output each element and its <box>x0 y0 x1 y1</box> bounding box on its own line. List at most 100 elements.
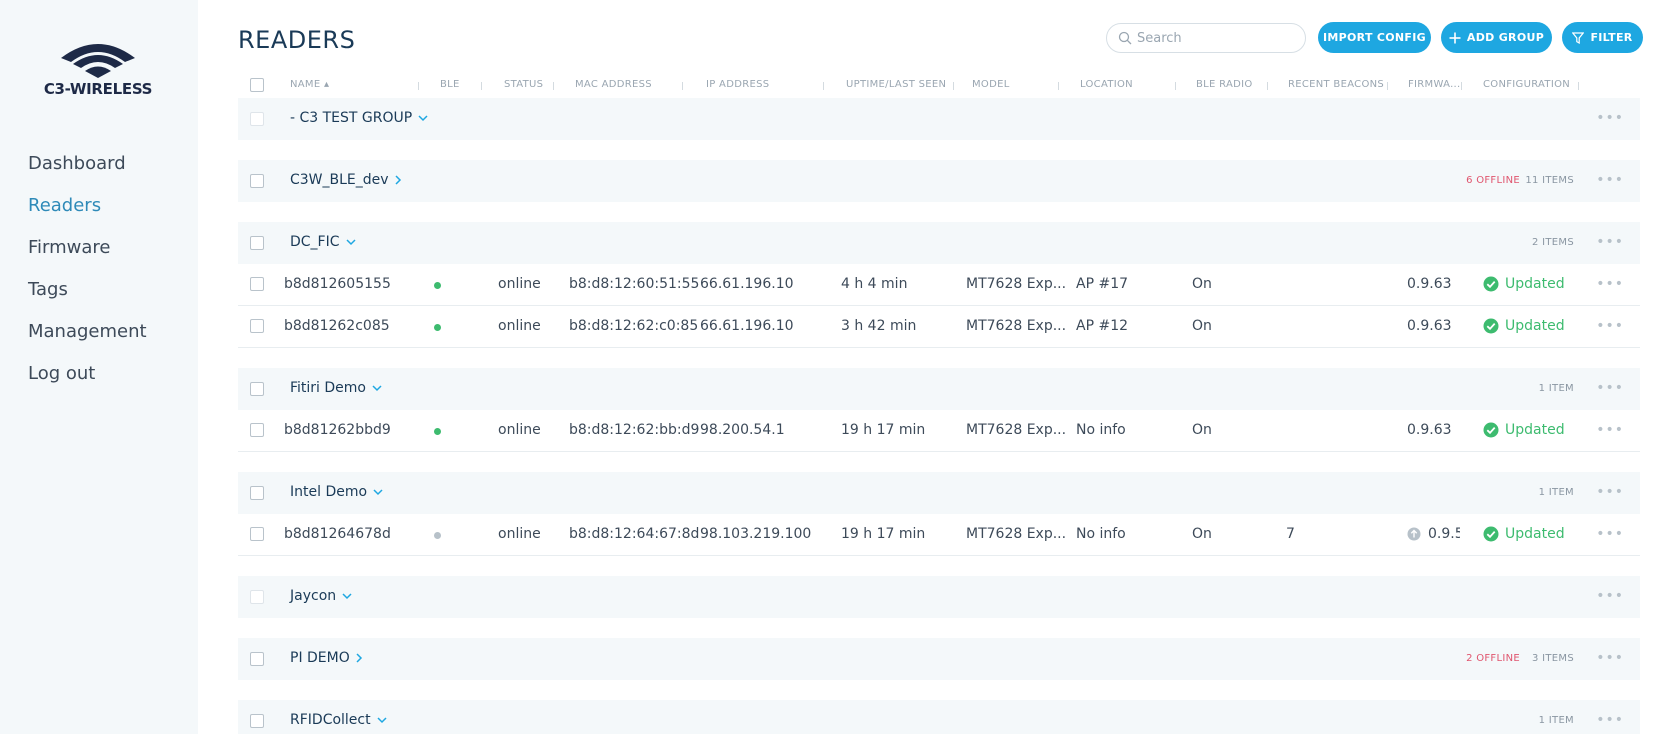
group-toggle[interactable]: RFIDCollect <box>290 712 387 728</box>
group-name: DC_FIC <box>290 234 340 250</box>
table-row[interactable]: b8d81262c085 online b8:d8:12:62:c0:85 66… <box>238 306 1640 348</box>
row-checkbox[interactable] <box>250 319 264 333</box>
device-ble-radio: On <box>1192 318 1212 334</box>
check-circle-icon <box>1483 318 1499 334</box>
group-checkbox[interactable] <box>250 652 264 666</box>
items-count: 1 ITEM <box>1538 487 1574 498</box>
more-options-icon[interactable]: ••• <box>1596 276 1624 292</box>
group-toggle[interactable]: PI DEMO <box>290 650 363 666</box>
group-row[interactable]: PI DEMO 2 OFFLINE 3 ITEMS ••• <box>238 638 1640 680</box>
search-icon <box>1118 31 1132 45</box>
more-options-icon[interactable]: ••• <box>1596 172 1624 188</box>
column-header-ip[interactable]: IP ADDRESS <box>706 79 769 90</box>
group-row[interactable]: DC_FIC 2 ITEMS ••• <box>238 222 1640 264</box>
column-header-status[interactable]: STATUS <box>504 79 543 90</box>
group-toggle[interactable]: Jaycon <box>290 588 352 604</box>
search-box[interactable] <box>1106 23 1306 53</box>
device-uptime: 3 h 42 min <box>841 318 917 334</box>
sidebar-item-readers[interactable]: Readers <box>28 194 147 236</box>
row-checkbox[interactable] <box>250 527 264 541</box>
offline-count: 6 OFFLINE <box>1466 175 1520 186</box>
sidebar-nav: Dashboard Readers Firmware Tags Manageme… <box>28 152 147 404</box>
group-row[interactable]: Intel Demo 1 ITEM ••• <box>238 472 1640 514</box>
device-name[interactable]: b8d81262c085 <box>284 318 390 334</box>
device-firmware: 0.9.63 <box>1407 276 1452 292</box>
column-header-recent-beacons[interactable]: RECENT BEACONS <box>1288 79 1384 90</box>
column-header-mac[interactable]: MAC ADDRESS <box>575 79 652 90</box>
more-options-icon[interactable]: ••• <box>1596 380 1624 396</box>
sidebar: C3-WIRELESS Dashboard Readers Firmware T… <box>0 0 198 734</box>
more-options-icon[interactable]: ••• <box>1596 526 1624 542</box>
device-mac: b8:d8:12:64:67:8d <box>569 526 700 542</box>
column-header-configuration[interactable]: CONFIGURATION <box>1483 79 1570 90</box>
table-header: NAME ▴ BLE STATUS MAC ADDRESS IP ADDRESS… <box>238 74 1640 98</box>
filter-button[interactable]: FILTER <box>1562 22 1643 53</box>
column-header-firmware[interactable]: FIRMWA... <box>1408 79 1461 90</box>
group-toggle[interactable]: C3W_BLE_dev <box>290 172 402 188</box>
sidebar-item-firmware[interactable]: Firmware <box>28 236 147 278</box>
add-group-button[interactable]: ADD GROUP <box>1441 22 1552 53</box>
chevron-right-icon <box>356 653 362 663</box>
group-toggle[interactable]: Fitiri Demo <box>290 380 382 396</box>
more-options-icon[interactable]: ••• <box>1596 318 1624 334</box>
device-model: MT7628 Exp... <box>966 276 1067 292</box>
sidebar-item-logout[interactable]: Log out <box>28 362 147 404</box>
group-row[interactable]: RFIDCollect 1 ITEM ••• <box>238 700 1640 734</box>
sidebar-item-tags[interactable]: Tags <box>28 278 147 320</box>
items-count: 1 ITEM <box>1538 383 1574 394</box>
group-checkbox[interactable] <box>250 382 264 396</box>
search-input[interactable] <box>1137 29 1297 47</box>
group-checkbox[interactable] <box>250 714 264 728</box>
table-row[interactable]: b8d81264678d online b8:d8:12:64:67:8d 98… <box>238 514 1640 556</box>
more-options-icon[interactable]: ••• <box>1596 588 1624 604</box>
more-options-icon[interactable]: ••• <box>1596 484 1624 500</box>
sidebar-item-dashboard[interactable]: Dashboard <box>28 152 147 194</box>
firmware-upgrade-icon[interactable] <box>1407 527 1421 541</box>
filter-label: FILTER <box>1590 31 1633 44</box>
device-name[interactable]: b8d812605155 <box>284 276 391 292</box>
device-model: MT7628 Exp... <box>966 318 1067 334</box>
device-ip: 66.61.196.10 <box>700 318 794 334</box>
device-name[interactable]: b8d81264678d <box>284 526 391 542</box>
device-recent-beacons: 7 <box>1286 526 1295 542</box>
group-checkbox[interactable] <box>250 174 264 188</box>
column-header-model[interactable]: MODEL <box>972 79 1010 90</box>
column-header-location[interactable]: LOCATION <box>1080 79 1133 90</box>
more-options-icon[interactable]: ••• <box>1596 422 1624 438</box>
column-header-name[interactable]: NAME ▴ <box>290 79 329 90</box>
row-checkbox[interactable] <box>250 277 264 291</box>
column-header-uptime[interactable]: UPTIME/LAST SEEN <box>846 79 946 90</box>
column-header-ble[interactable]: BLE <box>440 79 460 90</box>
group-checkbox[interactable] <box>250 236 264 250</box>
row-checkbox[interactable] <box>250 423 264 437</box>
device-mac: b8:d8:12:62:bb:d9 <box>569 422 700 438</box>
more-options-icon[interactable]: ••• <box>1596 234 1624 250</box>
group-checkbox[interactable] <box>250 486 264 500</box>
more-options-icon[interactable]: ••• <box>1596 110 1624 126</box>
column-header-ble-radio[interactable]: BLE RADIO <box>1196 79 1253 90</box>
config-status: Updated <box>1505 276 1565 292</box>
device-ble-radio: On <box>1192 422 1212 438</box>
group-toggle[interactable]: - C3 TEST GROUP <box>290 110 428 126</box>
group-name: PI DEMO <box>290 650 350 666</box>
group-row[interactable]: - C3 TEST GROUP ••• <box>238 98 1640 140</box>
group-row[interactable]: Jaycon ••• <box>238 576 1640 618</box>
more-options-icon[interactable]: ••• <box>1596 650 1624 666</box>
c3-wireless-logo[interactable]: C3-WIRELESS <box>28 38 168 100</box>
device-name[interactable]: b8d81262bbd9 <box>284 422 391 438</box>
table-row[interactable]: b8d81262bbd9 online b8:d8:12:62:bb:d9 98… <box>238 410 1640 452</box>
import-config-button[interactable]: IMPORT CONFIG <box>1318 22 1431 53</box>
group-name: - C3 TEST GROUP <box>290 110 413 126</box>
group-row[interactable]: Fitiri Demo 1 ITEM ••• <box>238 368 1640 410</box>
group-toggle[interactable]: DC_FIC <box>290 234 356 250</box>
device-uptime: 19 h 17 min <box>841 526 926 542</box>
ble-status-dot <box>434 428 441 435</box>
page-title: READERS <box>238 26 356 54</box>
sidebar-item-management[interactable]: Management <box>28 320 147 362</box>
select-all-checkbox[interactable] <box>250 78 264 92</box>
table-row[interactable]: b8d812605155 online b8:d8:12:60:51:55 66… <box>238 264 1640 306</box>
group-toggle[interactable]: Intel Demo <box>290 484 383 500</box>
group-name: C3W_BLE_dev <box>290 172 389 188</box>
group-row[interactable]: C3W_BLE_dev 6 OFFLINE 11 ITEMS ••• <box>238 160 1640 202</box>
more-options-icon[interactable]: ••• <box>1596 712 1624 728</box>
